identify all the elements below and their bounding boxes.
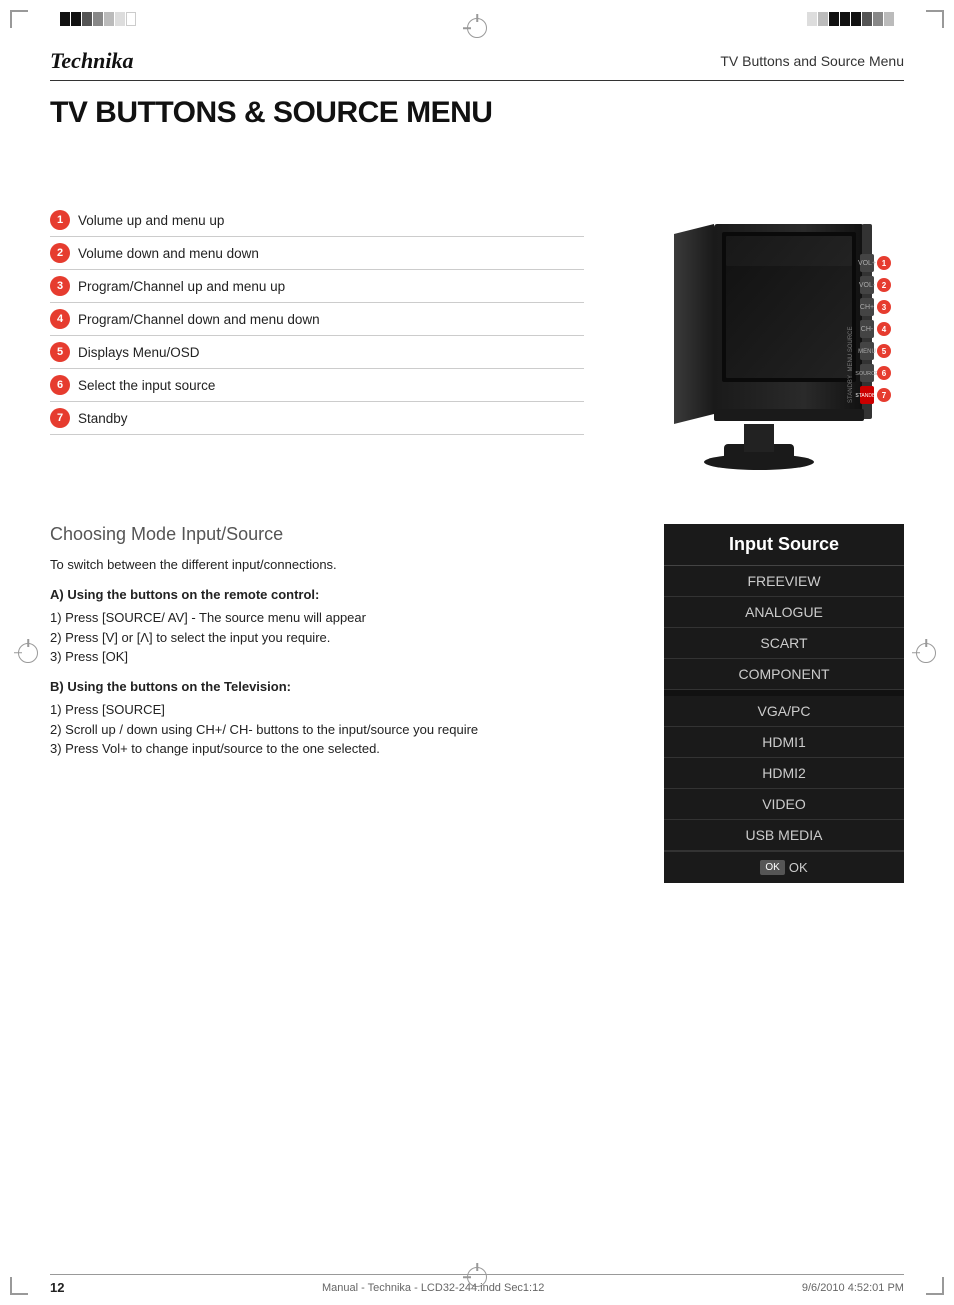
panel-ok: OK OK	[664, 851, 904, 883]
button-label-5: Displays Menu/OSD	[78, 345, 200, 360]
crosshair-right	[916, 643, 936, 663]
page-number: 12	[50, 1280, 64, 1295]
button-num-5: 5	[50, 342, 70, 362]
button-num-2: 2	[50, 243, 70, 263]
button-label-2: Volume down and menu down	[78, 246, 259, 261]
corner-mark-tr	[926, 10, 944, 28]
source-item-usb: USB MEDIA	[664, 820, 904, 851]
button-label-1: Volume up and menu up	[78, 213, 224, 228]
button-num-4: 4	[50, 309, 70, 329]
svg-text:2: 2	[882, 281, 887, 290]
tv-image-area: VOL+ VOL- CH+ CH- MENU	[604, 154, 904, 474]
source-item-analogue: ANALOGUE	[664, 597, 904, 628]
corner-mark-br	[926, 1277, 944, 1295]
list-item: 2 Volume down and menu down	[50, 237, 584, 270]
svg-text:STANDBY: STANDBY	[855, 393, 879, 399]
source-item-freeview: FREEVIEW	[664, 566, 904, 597]
section-b-steps: 1) Press [SOURCE]2) Scroll up / down usi…	[50, 700, 634, 759]
svg-text:7: 7	[882, 391, 887, 400]
choosing-mode-intro: To switch between the different input/co…	[50, 555, 634, 575]
list-item: 3 Program/Channel up and menu up	[50, 270, 584, 303]
footer: 12 Manual - Technika - LCD32-244.indd Se…	[50, 1274, 904, 1295]
button-num-1: 1	[50, 210, 70, 230]
list-item: 1 Volume up and menu up	[50, 204, 584, 237]
svg-text:VOL-: VOL-	[859, 282, 876, 289]
svg-text:3: 3	[882, 303, 887, 312]
bottom-section: Choosing Mode Input/Source To switch bet…	[50, 524, 904, 883]
corner-mark-tl	[10, 10, 28, 28]
source-item-hdmi2: HDMI2	[664, 758, 904, 789]
button-label-7: Standby	[78, 411, 128, 426]
choosing-mode: Choosing Mode Input/Source To switch bet…	[50, 524, 634, 883]
list-item: 6 Select the input source	[50, 369, 584, 402]
corner-mark-bl	[10, 1277, 28, 1295]
button-num-6: 6	[50, 375, 70, 395]
svg-text:5: 5	[882, 347, 887, 356]
source-item-component: COMPONENT	[664, 659, 904, 690]
svg-text:CH-: CH-	[861, 326, 874, 333]
source-item-scart: SCART	[664, 628, 904, 659]
strip-marks-tl	[60, 12, 136, 26]
svg-text:STANDBY: STANDBY	[848, 375, 854, 403]
input-source-panel: Input Source FREEVIEW ANALOGUE SCART COM…	[664, 524, 904, 883]
button-label-6: Select the input source	[78, 378, 215, 393]
timestamp: 9/6/2010 4:52:01 PM	[802, 1282, 904, 1294]
svg-text:MENU: MENU	[858, 349, 876, 355]
panel-title: Input Source	[664, 524, 904, 566]
page: Technika TV Buttons and Source Menu TV B…	[0, 0, 954, 1305]
section-a-heading: A) Using the buttons on the remote contr…	[50, 585, 634, 605]
svg-text:1: 1	[882, 259, 887, 268]
button-num-7: 7	[50, 408, 70, 428]
svg-text:4: 4	[882, 325, 887, 334]
top-section: 1 Volume up and menu up 2 Volume down an…	[50, 154, 904, 474]
svg-text:SOURCE: SOURCE	[855, 371, 879, 377]
crosshair-left	[18, 643, 38, 663]
source-item-video: VIDEO	[664, 789, 904, 820]
brand-logo: Technika	[50, 48, 134, 74]
section-a-steps: 1) Press [SOURCE/ AV] - The source menu …	[50, 608, 634, 667]
svg-text:MENU SOURCE: MENU SOURCE	[848, 326, 854, 371]
ok-label: OK	[789, 860, 808, 875]
page-title: TV BUTTONS & SOURCE MENU	[50, 96, 904, 130]
strip-marks-tr	[807, 12, 894, 26]
list-item: 7 Standby	[50, 402, 584, 435]
tv-svg: VOL+ VOL- CH+ CH- MENU	[614, 174, 894, 474]
button-num-3: 3	[50, 276, 70, 296]
list-item: 5 Displays Menu/OSD	[50, 336, 584, 369]
buttons-list: 1 Volume up and menu up 2 Volume down an…	[50, 154, 584, 474]
file-info: Manual - Technika - LCD32-244.indd Sec1:…	[322, 1282, 544, 1294]
svg-text:6: 6	[882, 369, 887, 378]
svg-text:VOL+: VOL+	[858, 260, 876, 267]
ok-icon: OK	[760, 860, 784, 875]
main-content: TV BUTTONS & SOURCE MENU 1 Volume up and…	[50, 80, 904, 1245]
section-b-heading: B) Using the buttons on the Television:	[50, 677, 634, 697]
source-item-hdmi1: HDMI1	[664, 727, 904, 758]
header-title: TV Buttons and Source Menu	[720, 53, 904, 69]
button-label-4: Program/Channel down and menu down	[78, 312, 320, 327]
list-item: 4 Program/Channel down and menu down	[50, 303, 584, 336]
crosshair-top	[467, 18, 487, 38]
header: Technika TV Buttons and Source Menu	[50, 48, 904, 81]
source-item-vgapc: VGA/PC	[664, 696, 904, 727]
svg-text:CH+: CH+	[860, 304, 874, 311]
choosing-mode-title: Choosing Mode Input/Source	[50, 524, 634, 545]
button-label-3: Program/Channel up and menu up	[78, 279, 285, 294]
